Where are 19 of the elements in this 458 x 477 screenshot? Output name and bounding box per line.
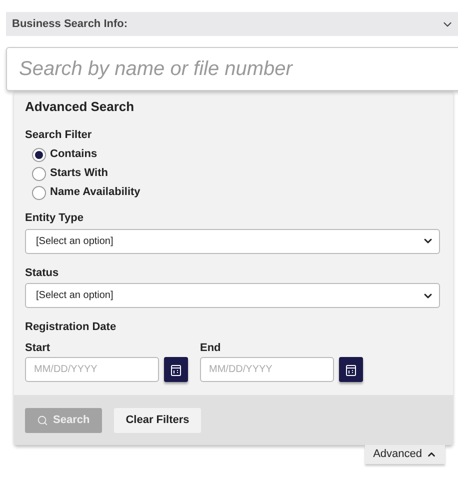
date-field[interactable]: MM/DD/YYYY — [25, 357, 159, 382]
section-header[interactable]: Business Search Info: — [6, 12, 458, 36]
field-label: Registration Date — [25, 320, 118, 335]
radio-option[interactable]: Name Availability — [32, 183, 442, 202]
field-label: Status — [25, 266, 60, 280]
field-label: Start — [25, 340, 52, 356]
radio-option[interactable]: Starts With — [32, 164, 442, 183]
radio-option[interactable]: Contains — [32, 145, 442, 164]
advanced-toggle[interactable]: Advanced — [365, 445, 445, 464]
select-field[interactable]: [Select an option] — [25, 283, 440, 308]
field-label: Entity Type — [25, 211, 84, 226]
field-label: End — [200, 340, 222, 356]
date-field[interactable]: MM/DD/YYYY — [200, 357, 334, 382]
section-title: Business Search Info: — [12, 16, 128, 32]
filter-label: Search Filter — [25, 128, 93, 142]
panel-title: Advanced Search — [25, 98, 136, 116]
search-field[interactable]: Search by name or file number — [6, 47, 458, 91]
select-field[interactable]: [Select an option] — [25, 228, 440, 254]
clear-filters-button[interactable]: Clear Filters — [114, 408, 202, 432]
